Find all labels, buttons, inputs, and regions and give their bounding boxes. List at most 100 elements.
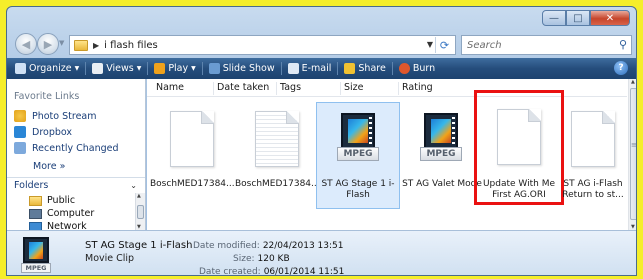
file-item-selected[interactable]: MPEG ST AG Stage 1 i-Flash: [316, 102, 400, 209]
mpeg-badge: MPEG: [420, 147, 462, 161]
chevron-down-icon: ⌄: [130, 180, 137, 190]
folders-header[interactable]: Folders ⌄: [7, 177, 145, 192]
scrollbar-thumb[interactable]: [630, 88, 636, 220]
details-file-type: Movie Clip: [85, 253, 135, 264]
tree-item-network[interactable]: Network: [29, 221, 87, 230]
details-file-name: ST AG Stage 1 i-Flash: [85, 240, 193, 251]
views-icon: [92, 63, 104, 74]
details-date-created: Date created: 06/01/2014 11:51: [199, 267, 345, 276]
folder-tree-scrollbar[interactable]: ▲ ▼: [135, 193, 145, 230]
computer-icon: [29, 208, 42, 219]
back-button[interactable]: ◀: [15, 33, 37, 55]
file-label: ST AG Valet Mode: [402, 179, 482, 189]
address-dropdown-icon[interactable]: ▼: [427, 40, 433, 49]
details-pane: MPEG ST AG Stage 1 i-Flash Movie Clip Da…: [7, 230, 636, 276]
email-button[interactable]: E-mail: [284, 58, 336, 79]
mpeg-video-icon: MPEG: [337, 107, 379, 167]
file-label: Update With Me First AG.ORI: [482, 179, 556, 200]
command-toolbar: Organize ▼ Views ▼ Play ▼ Slide Show E-mail…: [7, 58, 636, 79]
scrollbar-thumb[interactable]: [137, 205, 144, 219]
column-header-name[interactable]: Name: [153, 82, 214, 95]
column-header-rating[interactable]: Rating: [399, 82, 469, 95]
maximize-button[interactable]: □: [566, 10, 590, 26]
folder-icon: [74, 39, 88, 51]
address-row: ◀ ▶ ▼ ▶ i flash files ▼ ⟳ Search ⚲: [7, 31, 636, 57]
breadcrumb-arrow-icon[interactable]: ▶: [93, 41, 99, 50]
toolbar-divider: [147, 62, 149, 75]
mpeg-badge: MPEG: [21, 263, 51, 273]
toolbar-divider: [85, 62, 87, 75]
breadcrumb-current-folder[interactable]: i flash files: [104, 40, 158, 51]
address-bar[interactable]: ▶ i flash files ▼ ⟳: [69, 35, 456, 55]
play-icon: [154, 63, 166, 74]
column-header-size[interactable]: Size: [341, 82, 399, 95]
share-icon: [344, 63, 356, 74]
toolbar-divider: [337, 62, 339, 75]
forward-button[interactable]: ▶: [37, 33, 59, 55]
tree-item-public[interactable]: Public: [29, 195, 75, 206]
recently-changed-icon: [14, 142, 26, 154]
network-icon: [29, 221, 42, 230]
search-icon[interactable]: ⚲: [619, 38, 627, 51]
photo-stream-icon: [14, 110, 26, 122]
lined-document-icon: [255, 111, 299, 167]
mpeg-video-icon: MPEG: [420, 107, 462, 167]
tree-item-computer[interactable]: Computer: [29, 208, 94, 219]
column-header-tags[interactable]: Tags: [277, 82, 341, 95]
organize-icon: [15, 63, 26, 74]
toolbar-divider: [391, 62, 393, 75]
favorite-link-photo-stream[interactable]: Photo Stream: [14, 110, 97, 122]
burn-icon: [398, 63, 410, 74]
document-icon: [497, 109, 541, 165]
play-menu[interactable]: Play ▼: [150, 58, 199, 79]
explorer-window: — □ ✕ ◀ ▶ ▼ ▶ i flash files ▼ ⟳ Search ⚲…: [6, 6, 637, 276]
share-button[interactable]: Share: [340, 58, 389, 79]
file-label: ST AG i-Flash Return to st...: [562, 179, 624, 200]
details-date-modified: Date modified: 22/04/2013 13:51: [193, 241, 344, 251]
recent-pages-dropdown-icon[interactable]: ▼: [59, 39, 64, 47]
file-list-scrollbar[interactable]: ▲ ≡ ▼: [628, 79, 637, 230]
back-arrow-icon: ◀: [21, 37, 31, 51]
forward-arrow-icon: ▶: [43, 37, 53, 51]
chevron-down-icon: ▼: [136, 65, 142, 72]
document-icon: [170, 111, 214, 167]
slide-show-button[interactable]: Slide Show: [205, 58, 279, 79]
column-header-date-taken[interactable]: Date taken: [214, 82, 277, 95]
chevron-down-icon: ▼: [74, 65, 80, 72]
mpeg-video-icon: MPEG: [21, 237, 53, 273]
file-item-highlighted[interactable]: Update With Me First AG.ORI: [474, 90, 564, 205]
minimize-button[interactable]: —: [542, 10, 566, 26]
search-input[interactable]: Search ⚲: [461, 35, 632, 55]
scroll-up-icon[interactable]: ▲: [137, 193, 141, 199]
help-icon[interactable]: ?: [614, 61, 628, 75]
mpeg-badge: MPEG: [337, 147, 379, 161]
favorite-link-recently-changed[interactable]: Recently Changed: [14, 142, 119, 154]
details-size: Size: 120 KB: [233, 254, 290, 264]
chevron-down-icon: ▼: [191, 65, 196, 72]
slide-show-icon: [208, 63, 220, 74]
folder-tree: Public Computer Network: [7, 193, 135, 230]
file-label: BoschMED17384...: [235, 179, 320, 189]
scroll-up-icon[interactable]: ▲: [631, 79, 635, 85]
navigation-pane: Favorite Links Photo Stream Dropbox Rece…: [7, 79, 146, 230]
file-label: ST AG Stage 1 i-Flash: [321, 179, 395, 200]
favorite-link-dropbox[interactable]: Dropbox: [14, 126, 72, 138]
more-favorites-link[interactable]: More »: [33, 161, 65, 172]
search-placeholder: Search: [467, 39, 502, 51]
burn-button[interactable]: Burn: [395, 58, 439, 79]
folder-icon: [29, 195, 42, 206]
email-icon: [287, 63, 299, 74]
scrollbar-grip-icon: ≡: [631, 141, 637, 149]
organize-menu[interactable]: Organize ▼: [7, 58, 83, 79]
caption-buttons: — □ ✕: [542, 10, 630, 26]
file-list-pane: Name Date taken Tags Size Rating BoschME…: [147, 79, 637, 230]
views-menu[interactable]: Views ▼: [88, 58, 145, 79]
file-label: BoschMED17384...: [150, 179, 235, 189]
document-icon: [571, 111, 615, 167]
toolbar-divider: [280, 62, 282, 75]
dropbox-icon: [14, 126, 26, 138]
favorite-links-heading: Favorite Links: [14, 91, 80, 102]
close-button[interactable]: ✕: [590, 10, 630, 26]
refresh-icon[interactable]: ⟳: [435, 37, 453, 53]
toolbar-divider: [201, 62, 203, 75]
